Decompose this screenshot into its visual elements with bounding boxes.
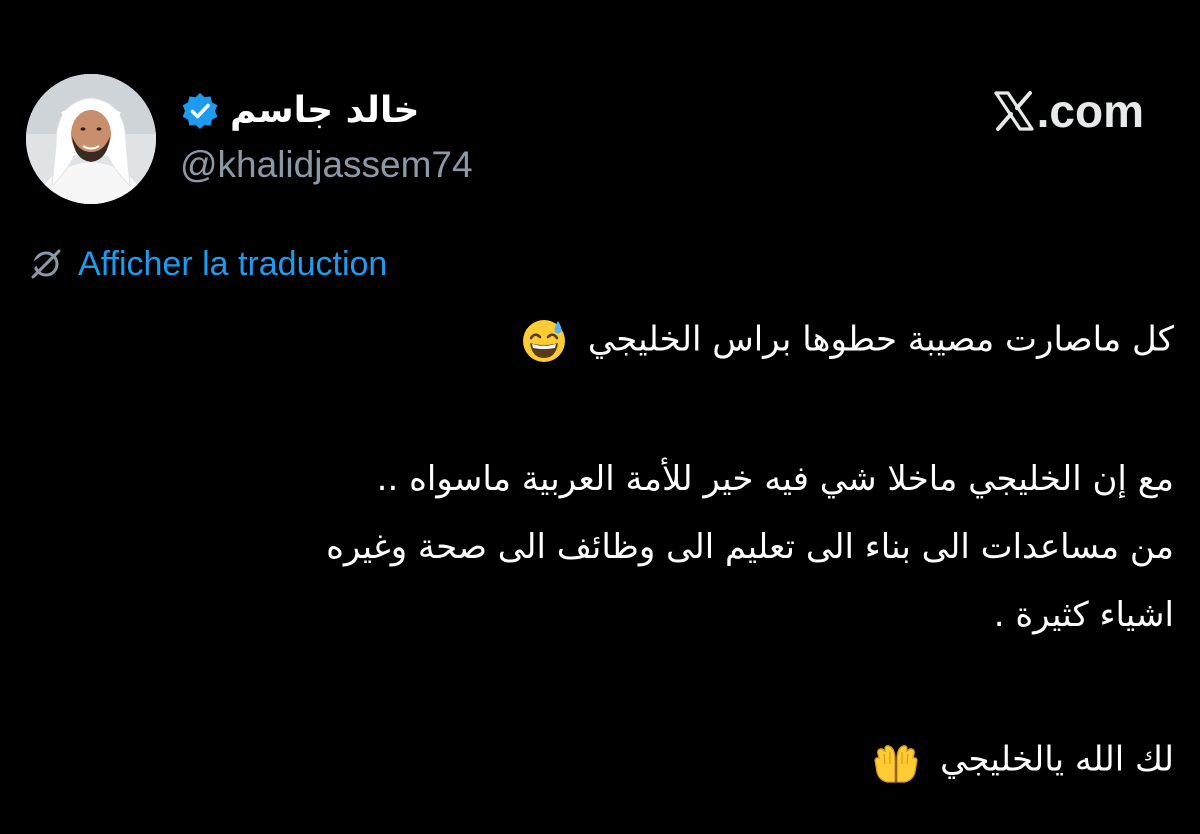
tweet-line-3: من مساعدات الى بناء الى تعليم الى وظائف … [326, 527, 1174, 567]
tweet-line-1-text: كل ماصارت مصيبة حطوها براس الخليجي [587, 319, 1174, 360]
x-com-watermark: .com [993, 88, 1144, 134]
verified-badge-icon [180, 91, 220, 131]
tweet-line-5-text: لك الله يالخليجي [940, 739, 1174, 780]
avatar-image [26, 74, 156, 204]
grinning-sweat-emoji-icon [521, 318, 567, 364]
show-translation-link[interactable]: Afficher la traduction [28, 246, 387, 282]
translate-icon [28, 246, 64, 282]
tweet-line-1: كل ماصارت مصيبة حطوها براس الخليجي [26, 318, 1174, 364]
author-name-row: خالد جاسم [180, 86, 419, 136]
avatar[interactable] [26, 74, 156, 204]
user-handle[interactable]: @khalidjassem74 [180, 146, 473, 183]
tweet-line-4: اشياء كثيرة . [993, 595, 1174, 635]
raised-hands-emoji-icon [873, 738, 919, 784]
x-logo-icon [993, 90, 1035, 132]
display-name[interactable]: خالد جاسم [230, 93, 419, 129]
brand-domain-text: .com [1036, 85, 1144, 137]
tweet-line-5: لك الله يالخليجي [26, 738, 1174, 784]
tweet-line-2: مع إن الخليجي ماخلا شي فيه خير للأمة الع… [376, 459, 1174, 499]
translation-label[interactable]: Afficher la traduction [78, 247, 387, 281]
